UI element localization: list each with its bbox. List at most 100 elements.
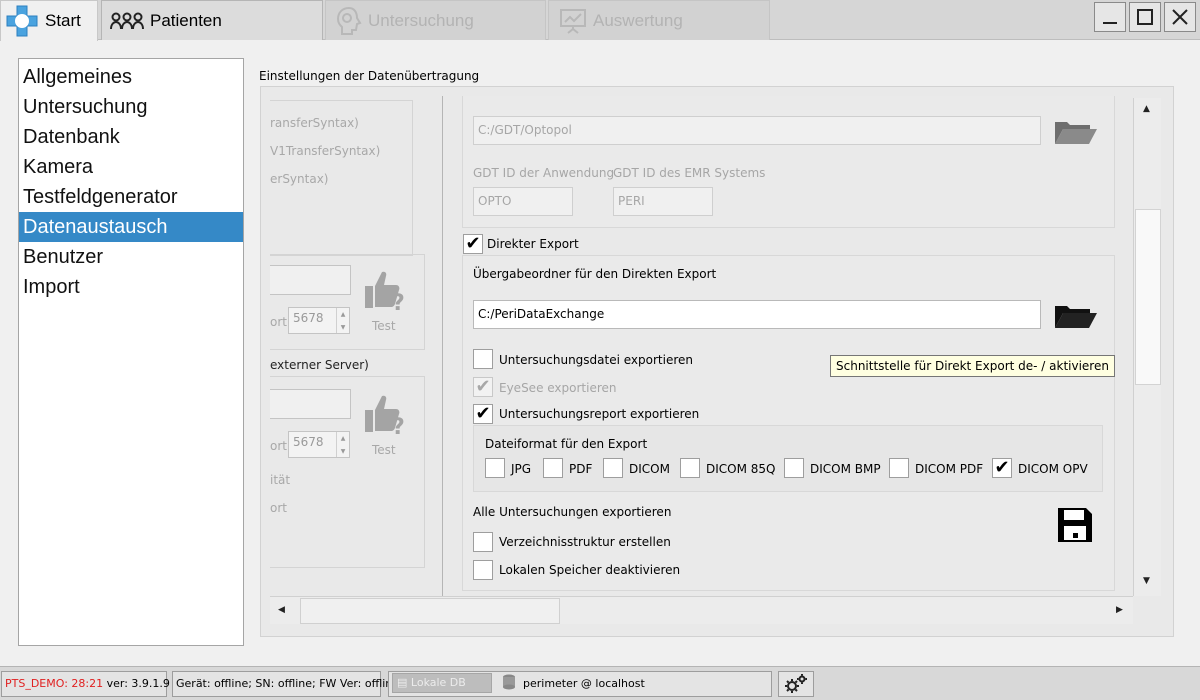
scroll-left-icon[interactable]: ◀: [278, 605, 285, 615]
save-floppy-icon[interactable]: [1056, 506, 1094, 547]
tab-start-label: Start: [45, 11, 81, 30]
folder-open-icon[interactable]: [1053, 300, 1099, 330]
gdt-app-id-input[interactable]: OPTO: [473, 187, 573, 216]
settings-category-list: Allgemeines Untersuchung Datenbank Kamer…: [18, 58, 244, 646]
file-format-heading: Dateiformat für den Export: [485, 437, 648, 451]
status-device: Gerät: offline; SN: offline; FW Ver: off…: [172, 671, 399, 697]
scroll-right-icon[interactable]: ▶: [1116, 605, 1123, 615]
database-icon: ▤: [397, 676, 408, 689]
status-bar: PTS_DEMO: 28:21 ver: 3.9.1.9 D Gerät: of…: [0, 666, 1200, 700]
people-icon: [110, 11, 144, 31]
disable-local-storage-checkbox[interactable]: [473, 560, 493, 580]
status-demo-segment: PTS_DEMO: 28:21 ver: 3.9.1.9 D: [1, 671, 182, 697]
status-database-segment: ▤ Lokale DB perimeter @ localhost: [388, 671, 772, 697]
format-jpg-label: JPG: [511, 462, 532, 476]
gears-icon[interactable]: [778, 671, 814, 697]
export-report-checkbox[interactable]: ✔: [473, 404, 493, 424]
left-fragment-2: ort: [270, 501, 287, 515]
syntax-item-1: ransferSyntax): [270, 116, 359, 130]
export-exam-file-checkbox[interactable]: [473, 349, 493, 369]
tab-untersuchung[interactable]: Untersuchung: [325, 0, 546, 40]
format-jpg-checkbox[interactable]: [485, 458, 505, 478]
format-pdf-label: PDF: [569, 462, 593, 476]
format-dicom-label: DICOM: [629, 462, 670, 476]
server-connection-label: perimeter @ localhost: [523, 677, 645, 690]
gdt-app-id-label: GDT ID der Anwendung: [473, 166, 615, 180]
close-icon[interactable]: [1164, 2, 1196, 32]
left-scrolled-column: ransferSyntax) V1TransferSyntax) erSynta…: [270, 86, 442, 596]
test-label-2: Test: [372, 443, 396, 457]
format-dicom-85q-checkbox[interactable]: [680, 458, 700, 478]
checkmark-icon: ✔: [475, 376, 491, 397]
export-eyesee-checkbox[interactable]: ✔: [473, 377, 493, 397]
tab-auswertung[interactable]: Auswertung: [548, 0, 770, 40]
column-divider: [442, 96, 443, 596]
window-controls: [1094, 2, 1196, 32]
nav-item-import[interactable]: Import: [19, 272, 243, 302]
scroll-up-icon[interactable]: ▲: [1143, 104, 1150, 114]
status-version: ver: 3.9.1.9 D: [106, 677, 182, 690]
format-dicom-opv-checkbox[interactable]: ✔: [992, 458, 1012, 478]
local-db-button[interactable]: ▤ Lokale DB: [392, 673, 492, 693]
presentation-chart-icon: [559, 7, 587, 35]
format-dicom-checkbox[interactable]: [603, 458, 623, 478]
host-input-1[interactable]: [270, 265, 351, 295]
tab-start[interactable]: Start: [0, 0, 98, 41]
tab-auswertung-label: Auswertung: [593, 10, 683, 30]
svg-text:?: ?: [392, 415, 405, 440]
gdt-emr-id-label: GDT ID des EMR Systems: [613, 166, 766, 180]
external-server-heading: externer Server): [270, 358, 369, 372]
export-folder-label: Übergabeordner für den Direkten Export: [473, 267, 717, 281]
tab-patienten-label: Patienten: [150, 10, 222, 30]
nav-item-kamera[interactable]: Kamera: [19, 152, 243, 182]
format-dicom-opv-label: DICOM OPV: [1018, 462, 1088, 476]
left-fragment-1: ität: [270, 473, 291, 487]
gdt-emr-id-input[interactable]: PERI: [613, 187, 713, 216]
port-spinbox-1[interactable]: 5678 ▲ ▼: [288, 307, 350, 334]
port-spinbox-2[interactable]: 5678 ▲ ▼: [288, 431, 350, 458]
format-dicom-bmp-checkbox[interactable]: [784, 458, 804, 478]
checkmark-icon: ✔: [465, 233, 481, 254]
format-dicom-pdf-label: DICOM PDF: [915, 462, 984, 476]
thumbs-up-question-icon[interactable]: ?: [362, 390, 408, 443]
disable-local-storage-label: Lokalen Speicher deaktivieren: [499, 563, 681, 577]
vertical-scroll-thumb[interactable]: [1135, 209, 1161, 385]
nav-item-datenbank[interactable]: Datenbank: [19, 122, 243, 152]
folder-open-icon[interactable]: [1053, 116, 1099, 146]
nav-item-benutzer[interactable]: Benutzer: [19, 242, 243, 272]
syntax-item-2: V1TransferSyntax): [270, 144, 381, 158]
vertical-scrollbar[interactable]: ▲ ▼: [1133, 98, 1161, 596]
minimize-icon[interactable]: [1094, 2, 1126, 32]
export-exam-file-label: Untersuchungsdatei exportieren: [499, 353, 694, 367]
horizontal-scroll-thumb[interactable]: [300, 598, 560, 624]
nav-item-testfeldgenerator[interactable]: Testfeldgenerator: [19, 182, 243, 212]
direct-export-checkbox[interactable]: ✔: [463, 234, 483, 254]
status-demo-timer: PTS_DEMO: 28:21: [5, 677, 104, 690]
maximize-icon[interactable]: [1129, 2, 1161, 32]
horizontal-scrollbar[interactable]: ◀ ▶: [270, 596, 1133, 624]
nav-item-allgemeines[interactable]: Allgemeines: [19, 62, 243, 92]
thumbs-up-question-icon[interactable]: ?: [362, 266, 408, 319]
format-dicom-bmp-label: DICOM BMP: [810, 462, 881, 476]
format-pdf-checkbox[interactable]: [543, 458, 563, 478]
export-report-label: Untersuchungsreport exportieren: [499, 407, 700, 421]
create-folder-structure-label: Verzeichnisstruktur erstellen: [499, 535, 671, 549]
gdt-path-input[interactable]: C:/GDT/Optopol: [473, 116, 1041, 145]
eye-head-icon: [336, 6, 362, 36]
create-folder-structure-checkbox[interactable]: [473, 532, 493, 552]
export-folder-input[interactable]: C:/PeriDataExchange: [473, 300, 1041, 329]
tab-patienten[interactable]: Patienten: [101, 0, 323, 40]
port-label-2: ort: [270, 439, 287, 453]
database-icon: [502, 674, 520, 690]
scroll-down-icon[interactable]: ▼: [1143, 576, 1150, 586]
host-input-2[interactable]: [270, 389, 351, 419]
port-label-1: ort: [270, 315, 287, 329]
format-dicom-pdf-checkbox[interactable]: [889, 458, 909, 478]
nav-item-untersuchung[interactable]: Untersuchung: [19, 92, 243, 122]
local-db-label: Lokale DB: [410, 676, 466, 689]
nav-item-datenaustausch[interactable]: Datenaustausch: [19, 212, 243, 242]
checkmark-icon: ✔: [475, 403, 491, 424]
section-title: Einstellungen der Datenübertragung: [259, 69, 480, 83]
test-label-1: Test: [372, 319, 396, 333]
syntax-item-3: erSyntax): [270, 172, 329, 186]
